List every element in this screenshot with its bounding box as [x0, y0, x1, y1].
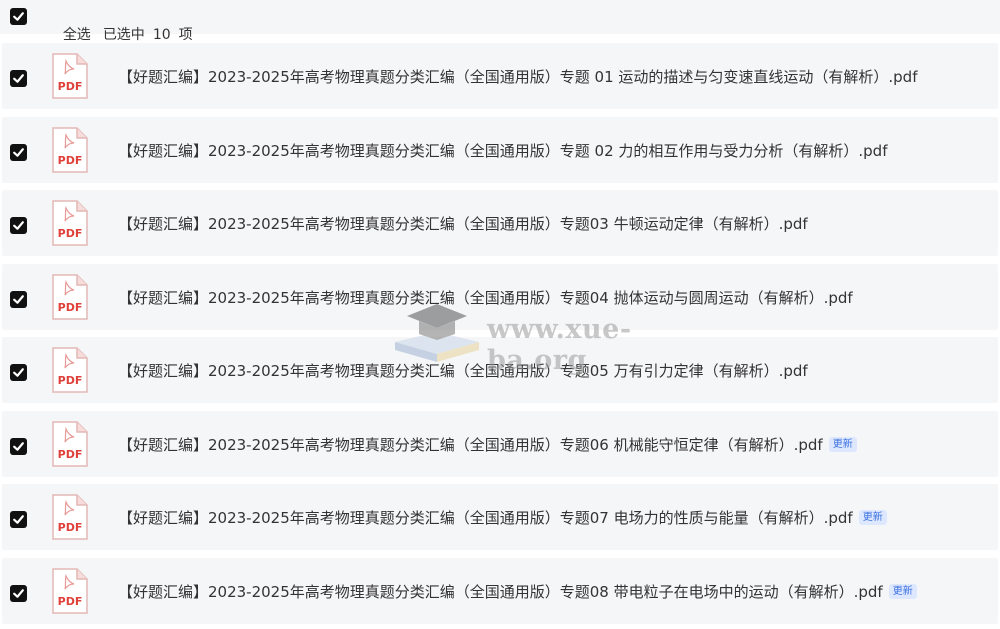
- pdf-file-icon: PDF: [52, 568, 88, 614]
- pdf-icon-label: PDF: [58, 374, 83, 387]
- file-checkbox[interactable]: [10, 217, 27, 234]
- selected-unit: 项: [178, 27, 193, 43]
- file-name[interactable]: 【好题汇编】2023-2025年高考物理真题分类汇编（全国通用版）专题06 机械…: [118, 434, 823, 455]
- checkmark-icon: [13, 368, 24, 377]
- selected-prefix: 已选中: [102, 27, 145, 43]
- file-row[interactable]: PDF 【好题汇编】2023-2025年高考物理真题分类汇编（全国通用版）专题03…: [2, 190, 998, 256]
- file-row[interactable]: PDF 【好题汇编】2023-2025年高考物理真题分类汇编（全国通用版）专题04…: [2, 264, 998, 330]
- file-name-container: 【好题汇编】2023-2025年高考物理真题分类汇编（全国通用版）专题05 万有…: [118, 337, 808, 403]
- pdf-file-icon: PDF: [52, 494, 88, 540]
- select-all-label[interactable]: 全选: [63, 27, 91, 43]
- pdf-icon-label: PDF: [58, 80, 83, 93]
- checkmark-icon: [13, 295, 24, 304]
- updated-badge: 更新: [888, 583, 917, 599]
- pdf-icon-label: PDF: [58, 595, 83, 608]
- file-checkbox[interactable]: [10, 511, 27, 528]
- pdf-icon-label: PDF: [58, 154, 83, 167]
- checkmark-icon: [13, 148, 24, 157]
- file-name[interactable]: 【好题汇编】2023-2025年高考物理真题分类汇编（全国通用版）专题08 带电…: [118, 581, 883, 602]
- checkmark-icon: [13, 589, 24, 598]
- file-checkbox[interactable]: [10, 438, 27, 455]
- pdf-file-icon: PDF: [52, 53, 88, 99]
- pdf-file-icon: PDF: [52, 274, 88, 320]
- file-row[interactable]: PDF 【好题汇编】2023-2025年高考物理真题分类汇编（全国通用版）专题08…: [2, 558, 998, 624]
- selected-count: 10: [152, 27, 171, 43]
- file-checkbox[interactable]: [10, 364, 27, 381]
- checkmark-icon: [13, 515, 24, 524]
- pdf-file-icon: PDF: [52, 200, 88, 246]
- file-checkbox[interactable]: [10, 144, 27, 161]
- file-row[interactable]: PDF 【好题汇编】2023-2025年高考物理真题分类汇编（全国通用版）专题06…: [2, 411, 998, 477]
- file-name[interactable]: 【好题汇编】2023-2025年高考物理真题分类汇编（全国通用版）专题04 抛体…: [118, 287, 853, 308]
- pdf-file-icon: PDF: [52, 347, 88, 393]
- file-name[interactable]: 【好题汇编】2023-2025年高考物理真题分类汇编（全国通用版）专题 01 运…: [118, 66, 917, 87]
- file-name[interactable]: 【好题汇编】2023-2025年高考物理真题分类汇编（全国通用版）专题05 万有…: [118, 360, 808, 381]
- file-name-container: 【好题汇编】2023-2025年高考物理真题分类汇编（全国通用版）专题 02 力…: [118, 117, 887, 183]
- pdf-icon-label: PDF: [58, 448, 83, 461]
- file-row[interactable]: PDF 【好题汇编】2023-2025年高考物理真题分类汇编（全国通用版）专题 0…: [2, 117, 998, 183]
- file-name[interactable]: 【好题汇编】2023-2025年高考物理真题分类汇编（全国通用版）专题03 牛顿…: [118, 213, 808, 234]
- checkmark-icon: [13, 12, 24, 21]
- checkmark-icon: [13, 74, 24, 83]
- pdf-icon-label: PDF: [58, 301, 83, 314]
- file-checkbox[interactable]: [10, 70, 27, 87]
- checkmark-icon: [13, 221, 24, 230]
- select-all-checkbox[interactable]: [10, 8, 27, 25]
- pdf-icon-label: PDF: [58, 521, 83, 534]
- updated-badge: 更新: [828, 436, 857, 452]
- file-name-container: 【好题汇编】2023-2025年高考物理真题分类汇编（全国通用版）专题 01 运…: [118, 43, 917, 109]
- pdf-file-icon: PDF: [52, 421, 88, 467]
- pdf-icon-label: PDF: [58, 227, 83, 240]
- file-checkbox[interactable]: [10, 585, 27, 602]
- file-name-container: 【好题汇编】2023-2025年高考物理真题分类汇编（全国通用版）专题07 电场…: [118, 484, 887, 550]
- file-name-container: 【好题汇编】2023-2025年高考物理真题分类汇编（全国通用版）专题06 机械…: [118, 411, 857, 477]
- file-row[interactable]: PDF 【好题汇编】2023-2025年高考物理真题分类汇编（全国通用版）专题05…: [2, 337, 998, 403]
- file-name-container: 【好题汇编】2023-2025年高考物理真题分类汇编（全国通用版）专题03 牛顿…: [118, 190, 808, 256]
- file-name-container: 【好题汇编】2023-2025年高考物理真题分类汇编（全国通用版）专题08 带电…: [118, 558, 917, 624]
- file-checkbox[interactable]: [10, 291, 27, 308]
- file-name-container: 【好题汇编】2023-2025年高考物理真题分类汇编（全国通用版）专题04 抛体…: [118, 264, 853, 330]
- pdf-file-icon: PDF: [52, 127, 88, 173]
- file-row[interactable]: PDF 【好题汇编】2023-2025年高考物理真题分类汇编（全国通用版）专题 0…: [2, 43, 998, 109]
- file-name[interactable]: 【好题汇编】2023-2025年高考物理真题分类汇编（全国通用版）专题07 电场…: [118, 507, 853, 528]
- file-name[interactable]: 【好题汇编】2023-2025年高考物理真题分类汇编（全国通用版）专题 02 力…: [118, 140, 887, 161]
- checkmark-icon: [13, 442, 24, 451]
- file-row[interactable]: PDF 【好题汇编】2023-2025年高考物理真题分类汇编（全国通用版）专题07…: [2, 484, 998, 550]
- updated-badge: 更新: [858, 509, 887, 525]
- selection-toolbar: 全选 已选中 10 项: [0, 0, 1000, 43]
